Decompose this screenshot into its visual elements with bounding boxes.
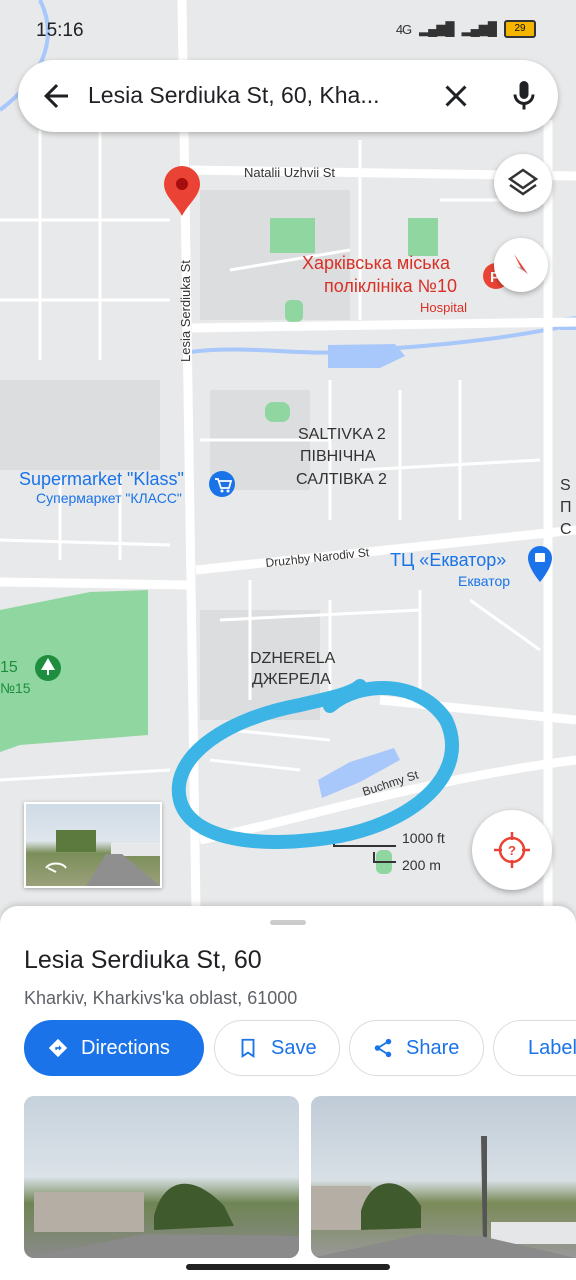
directions-label: Directions: [81, 1036, 170, 1059]
directions-button[interactable]: Directions: [24, 1020, 204, 1076]
close-icon[interactable]: [438, 78, 474, 114]
label-side-2: П: [560, 499, 572, 516]
share-icon: [374, 1038, 392, 1058]
label-button[interactable]: Label: [493, 1020, 576, 1076]
label-saltivka-ua1: ПІВНІЧНА: [300, 448, 376, 465]
layers-button[interactable]: [494, 154, 552, 212]
save-button[interactable]: Save: [214, 1020, 340, 1076]
map-canvas[interactable]: Natalii Uzhvii St Lesia Serdiuka St Druz…: [0, 0, 576, 910]
signal-icon-2: ▂▄▆█: [461, 21, 497, 36]
location-target-icon: ?: [494, 832, 530, 868]
label-supermarket-en: Supermarket "Klass": [19, 469, 184, 489]
compass-button[interactable]: [494, 238, 548, 292]
layers-icon: [507, 168, 539, 196]
place-sheet[interactable]: Lesia Serdiuka St, 60 Kharkiv, Kharkivs'…: [0, 906, 576, 1280]
share-button[interactable]: Share: [349, 1020, 484, 1076]
park-tree-icon[interactable]: [35, 655, 61, 681]
microphone-icon[interactable]: [506, 78, 542, 114]
label-hospital: Hospital: [420, 300, 467, 315]
label-dzherela-en: DZHERELA: [250, 650, 336, 667]
label-label: Label: [528, 1036, 576, 1059]
search-query[interactable]: Lesia Serdiuka St, 60, Kha...: [88, 82, 418, 109]
signal-icon: ▂▄▆█: [419, 21, 454, 36]
label-serdiuka: Lesia Serdiuka St: [178, 260, 193, 362]
compass-icon: [514, 254, 528, 274]
label-polyclinic-2: поліклініка №10: [324, 276, 457, 296]
label-park-1: 15: [0, 659, 18, 676]
label-ekvator-2: Екватор: [458, 573, 510, 589]
drag-handle[interactable]: [270, 920, 306, 925]
rotate-360-icon: [45, 830, 160, 886]
label-side-1: S: [560, 477, 571, 494]
label-saltivka-en: SALTIVKA 2: [298, 426, 386, 443]
place-address: Kharkiv, Kharkivs'ka oblast, 61000: [24, 988, 298, 1008]
photo-2-image: [311, 1136, 576, 1258]
save-label: Save: [271, 1036, 317, 1059]
bookmark-icon: [241, 1038, 255, 1058]
svg-text:?: ?: [508, 843, 516, 858]
label-park-2: №15: [0, 680, 31, 696]
status-time: 15:16: [36, 20, 84, 41]
label-supermarket-ua: Супермаркет "КЛАСС": [36, 490, 182, 506]
place-photo-2[interactable]: [311, 1096, 576, 1258]
label-saltivka-ua2: САЛТІВКА 2: [296, 471, 387, 488]
gesture-bar[interactable]: [186, 1264, 390, 1270]
back-arrow-icon[interactable]: [38, 78, 74, 114]
place-photo-1[interactable]: [24, 1096, 299, 1258]
search-bar[interactable]: Lesia Serdiuka St, 60, Kha...: [18, 60, 558, 132]
label-polyclinic-1: Харківська міська: [302, 253, 451, 273]
shopping-cart-icon[interactable]: [209, 471, 235, 497]
label-natalii: Natalii Uzhvii St: [244, 165, 335, 180]
network-type: 4G: [395, 21, 412, 37]
place-title: Lesia Serdiuka St, 60: [24, 946, 262, 974]
share-label: Share: [406, 1036, 460, 1059]
directions-icon: [48, 1038, 68, 1058]
scale-meters: 200 m: [402, 857, 441, 873]
status-bar: 15:16 4G ▂▄▆█ ▂▄▆█ 29: [0, 0, 576, 60]
battery-icon: 29: [504, 20, 536, 38]
photo-1-image: [24, 1183, 299, 1258]
my-location-button[interactable]: ?: [472, 810, 552, 890]
label-dzherela-ua: ДЖЕРЕЛА: [252, 671, 331, 688]
scale-feet: 1000 ft: [402, 830, 445, 846]
street-view-thumbnail[interactable]: [24, 802, 162, 888]
label-side-3: С: [560, 521, 572, 538]
label-ekvator-1: ТЦ «Екватор»: [390, 550, 506, 570]
